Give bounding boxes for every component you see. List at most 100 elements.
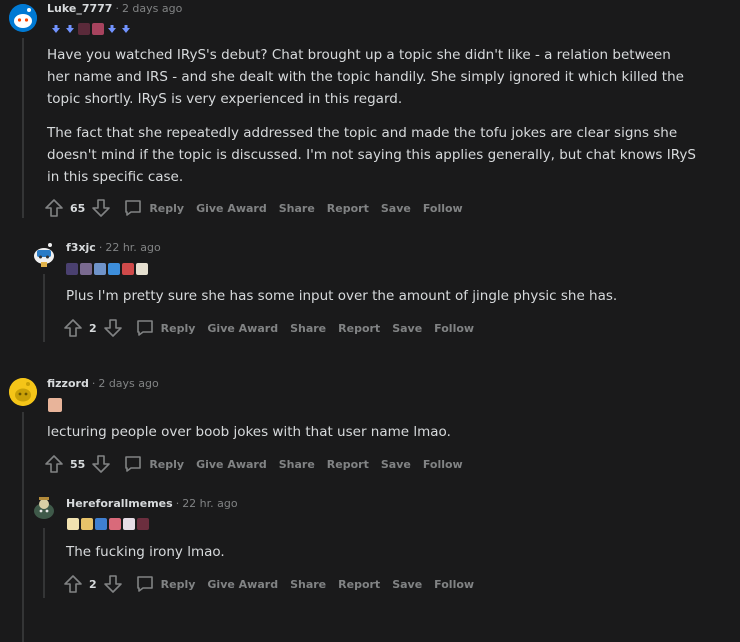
- comment-body: Plus I'm pretty sure she has some input …: [66, 285, 706, 319]
- avatar[interactable]: [9, 378, 37, 406]
- user-flair: [67, 518, 149, 530]
- reply-label: Reply: [160, 577, 196, 591]
- timestamp[interactable]: 22 hr. ago: [182, 497, 237, 510]
- comment-meta: fizzord · 2 days ago: [47, 377, 159, 390]
- share-button[interactable]: Share: [290, 578, 326, 591]
- reply-label: Reply: [160, 321, 196, 335]
- arrow-down-flair-icon: [66, 25, 74, 33]
- report-button[interactable]: Report: [327, 458, 369, 471]
- emote-flair-icon: [123, 518, 135, 530]
- emote-flair-icon: [81, 518, 93, 530]
- arrow-down-flair-icon: [52, 25, 60, 33]
- follow-button[interactable]: Follow: [423, 202, 463, 215]
- comment-fizzord: fizzord · 2 days ago lecturing people over…: [0, 370, 740, 642]
- report-button[interactable]: Report: [327, 202, 369, 215]
- give-award-button[interactable]: Give Award: [196, 202, 267, 215]
- comment-hereforallmemes: Hereforallmemes · 22 hr. ago The fucking i…: [0, 486, 740, 607]
- snoo-avatar-icon: [34, 243, 54, 267]
- avatar[interactable]: [30, 240, 58, 268]
- comment-actions: 65 Reply Give Award Share Report Save Fo…: [44, 198, 463, 218]
- comment-paragraph: Have you watched IRyS's debut? Chat brou…: [47, 47, 684, 107]
- emote-flair-icon: [48, 398, 62, 412]
- save-button[interactable]: Save: [392, 578, 422, 591]
- comment-paragraph: The fucking irony lmao.: [66, 544, 225, 560]
- comment-body: Have you watched IRyS's debut? Chat brou…: [47, 44, 697, 200]
- comment-meta: Luke_7777 · 2 days ago: [47, 2, 183, 15]
- comment-body: lecturing people over boob jokes with th…: [47, 421, 697, 455]
- share-button[interactable]: Share: [279, 458, 315, 471]
- chat-bubble-icon: [136, 576, 153, 592]
- arrow-down-flair-icon: [108, 25, 116, 33]
- vote-score: 65: [70, 201, 86, 215]
- comment-paragraph: lecturing people over boob jokes with th…: [47, 424, 451, 440]
- save-button[interactable]: Save: [381, 458, 411, 471]
- share-button[interactable]: Share: [279, 202, 315, 215]
- comment-actions: 2 Reply Give Award Share Report Save Fol…: [63, 318, 474, 338]
- emote-flair-icon: [108, 263, 120, 275]
- username[interactable]: f3xjc: [66, 241, 96, 254]
- emote-flair-icon: [137, 518, 149, 530]
- username[interactable]: Hereforallmemes: [66, 497, 173, 510]
- reply-label: Reply: [149, 201, 185, 215]
- emote-flair-icon: [67, 518, 79, 530]
- thread-line[interactable]: [43, 274, 45, 342]
- upvote-icon[interactable]: [44, 198, 64, 218]
- user-flair: [48, 398, 62, 412]
- snoo-avatar-icon: [9, 378, 37, 406]
- reply-label: Reply: [149, 457, 185, 471]
- thread-line[interactable]: [43, 528, 45, 598]
- comment-actions: 55 Reply Give Award Share Report Save Fo…: [44, 454, 463, 474]
- give-award-button[interactable]: Give Award: [196, 458, 267, 471]
- comment-f3xjc: f3xjc · 22 hr. ago Plus I'm pretty sure sh…: [0, 230, 740, 350]
- upvote-icon[interactable]: [63, 318, 83, 338]
- follow-button[interactable]: Follow: [434, 578, 474, 591]
- reply-button[interactable]: Reply: [123, 198, 184, 218]
- report-button[interactable]: Report: [338, 578, 380, 591]
- comment-luke: Luke_7777 · 2 days ago Have you watched IR…: [0, 0, 740, 230]
- timestamp[interactable]: 2 days ago: [122, 2, 182, 15]
- downvote-icon[interactable]: [91, 198, 111, 218]
- timestamp[interactable]: 22 hr. ago: [105, 241, 160, 254]
- avatar[interactable]: [30, 494, 58, 522]
- snoo-avatar-icon: [34, 497, 54, 519]
- comment-paragraph: The fact that she repeatedly addressed t…: [47, 125, 696, 185]
- reply-button[interactable]: Reply: [135, 574, 196, 594]
- user-flair: [50, 23, 132, 35]
- downvote-icon[interactable]: [103, 574, 123, 594]
- emote-flair-icon: [95, 518, 107, 530]
- save-button[interactable]: Save: [381, 202, 411, 215]
- chat-bubble-icon: [136, 320, 153, 336]
- chat-bubble-icon: [125, 200, 142, 216]
- reply-button[interactable]: Reply: [135, 318, 196, 338]
- upvote-icon[interactable]: [63, 574, 83, 594]
- share-button[interactable]: Share: [290, 322, 326, 335]
- comment-meta: f3xjc · 22 hr. ago: [66, 241, 161, 254]
- emote-flair-icon: [80, 263, 92, 275]
- comment-paragraph: Plus I'm pretty sure she has some input …: [66, 288, 618, 304]
- follow-button[interactable]: Follow: [423, 458, 463, 471]
- follow-button[interactable]: Follow: [434, 322, 474, 335]
- thread-line[interactable]: [22, 38, 24, 218]
- timestamp[interactable]: 2 days ago: [98, 377, 158, 390]
- comment-actions: 2 Reply Give Award Share Report Save Fol…: [63, 574, 474, 594]
- give-award-button[interactable]: Give Award: [207, 322, 278, 335]
- vote-score: 55: [70, 457, 86, 471]
- user-flair: [66, 263, 148, 275]
- emote-flair-icon: [136, 263, 148, 275]
- downvote-icon[interactable]: [103, 318, 123, 338]
- reply-button[interactable]: Reply: [123, 454, 184, 474]
- emote-flair-icon: [109, 518, 121, 530]
- emote-flair-icon: [66, 263, 78, 275]
- emote-flair-icon: [122, 263, 134, 275]
- report-button[interactable]: Report: [338, 322, 380, 335]
- username[interactable]: fizzord: [47, 377, 89, 390]
- upvote-icon[interactable]: [44, 454, 64, 474]
- save-button[interactable]: Save: [392, 322, 422, 335]
- give-award-button[interactable]: Give Award: [207, 578, 278, 591]
- downvote-icon[interactable]: [91, 454, 111, 474]
- snoo-avatar-icon: [9, 4, 37, 32]
- vote-score: 2: [89, 577, 97, 591]
- username[interactable]: Luke_7777: [47, 2, 112, 15]
- emote-flair-icon: [78, 23, 90, 35]
- avatar[interactable]: [9, 4, 37, 32]
